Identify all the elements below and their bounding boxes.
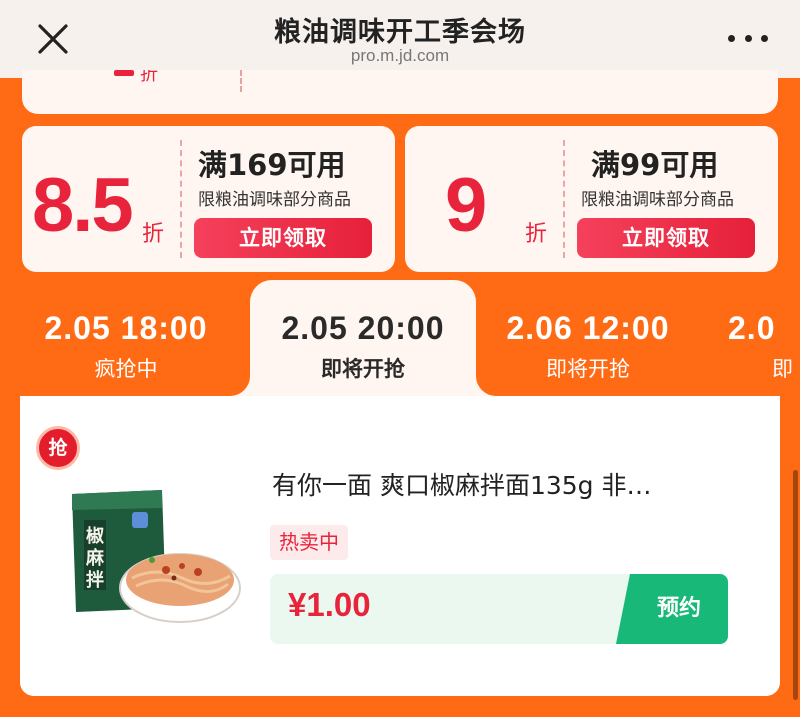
- coupon-discount-unit: 折: [142, 222, 165, 247]
- tab-session-3[interactable]: 2.06 12:00 即将开抢: [484, 310, 692, 383]
- session-tabs: 2.05 18:00 疯抢中 2.05 20:00 即将开抢 2.06 12:0…: [0, 280, 800, 396]
- coupon-card: 8.5 折 满169可用 限粮油调味部分商品 立即领取: [22, 126, 395, 272]
- partial-zhe-label: 折: [140, 70, 158, 85]
- reserve-button[interactable]: 预约: [616, 574, 728, 644]
- coupon-card: 9 折 满99可用 限粮油调味部分商品 立即领取: [405, 126, 778, 272]
- tab-corner: [230, 366, 250, 396]
- coupon-divider: [180, 140, 182, 258]
- partial-coupon-card: 折: [22, 70, 778, 114]
- package-char-1: 椒: [86, 525, 104, 547]
- tab-time: 2.0: [728, 310, 776, 346]
- partial-discount-fragment: [114, 70, 134, 76]
- tab-state: 即将开抢: [321, 357, 405, 381]
- more-icon[interactable]: [728, 30, 768, 46]
- tab-session-2[interactable]: 2.05 20:00 即将开抢: [250, 280, 476, 396]
- top-nav-bar: 粮油调味开工季会场 pro.m.jd.com: [0, 0, 800, 78]
- coupon-discount: 9: [445, 163, 488, 248]
- flash-sale-badge: 抢: [36, 426, 80, 470]
- page-title: 粮油调味开工季会场: [274, 17, 526, 48]
- coupon-condition: 满99可用: [591, 148, 719, 182]
- coupon-divider: [240, 70, 242, 92]
- tab-state: 疯抢中: [94, 357, 158, 381]
- tab-time: 2.05 20:00: [281, 310, 445, 346]
- product-price: ¥1.00: [288, 586, 371, 623]
- coupon-discount-unit: 折: [525, 222, 548, 247]
- product-image[interactable]: 椒 麻 拌: [62, 480, 242, 630]
- tab-corner: [476, 366, 496, 396]
- claim-coupon-button[interactable]: 立即领取: [194, 218, 372, 258]
- tab-state: 即: [772, 357, 793, 381]
- tab-time: 2.05 18:00: [44, 310, 208, 346]
- coupon-divider: [563, 140, 565, 258]
- product-title[interactable]: 有你一面 爽口椒麻拌面135g 非…: [272, 466, 742, 502]
- scrollbar[interactable]: [793, 470, 798, 700]
- claim-coupon-button[interactable]: 立即领取: [577, 218, 755, 258]
- coupon-discount: 8.5: [32, 163, 134, 248]
- package-char-2: 麻: [85, 547, 105, 569]
- status-badge: 热卖中: [270, 525, 348, 560]
- page-url: pro.m.jd.com: [350, 46, 450, 65]
- package-char-3: 拌: [86, 569, 104, 591]
- coupon-scope: 限粮油调味部分商品: [581, 190, 734, 210]
- tab-session-1[interactable]: 2.05 18:00 疯抢中: [22, 310, 230, 383]
- coupon-scope: 限粮油调味部分商品: [198, 190, 351, 210]
- tab-time: 2.06 12:00: [506, 310, 670, 346]
- tab-state: 即将开抢: [546, 357, 630, 381]
- tab-session-4[interactable]: 2.0 即: [728, 310, 800, 383]
- price-bar: ¥1.00 预约: [270, 574, 728, 644]
- coupon-condition: 满169可用: [198, 148, 346, 182]
